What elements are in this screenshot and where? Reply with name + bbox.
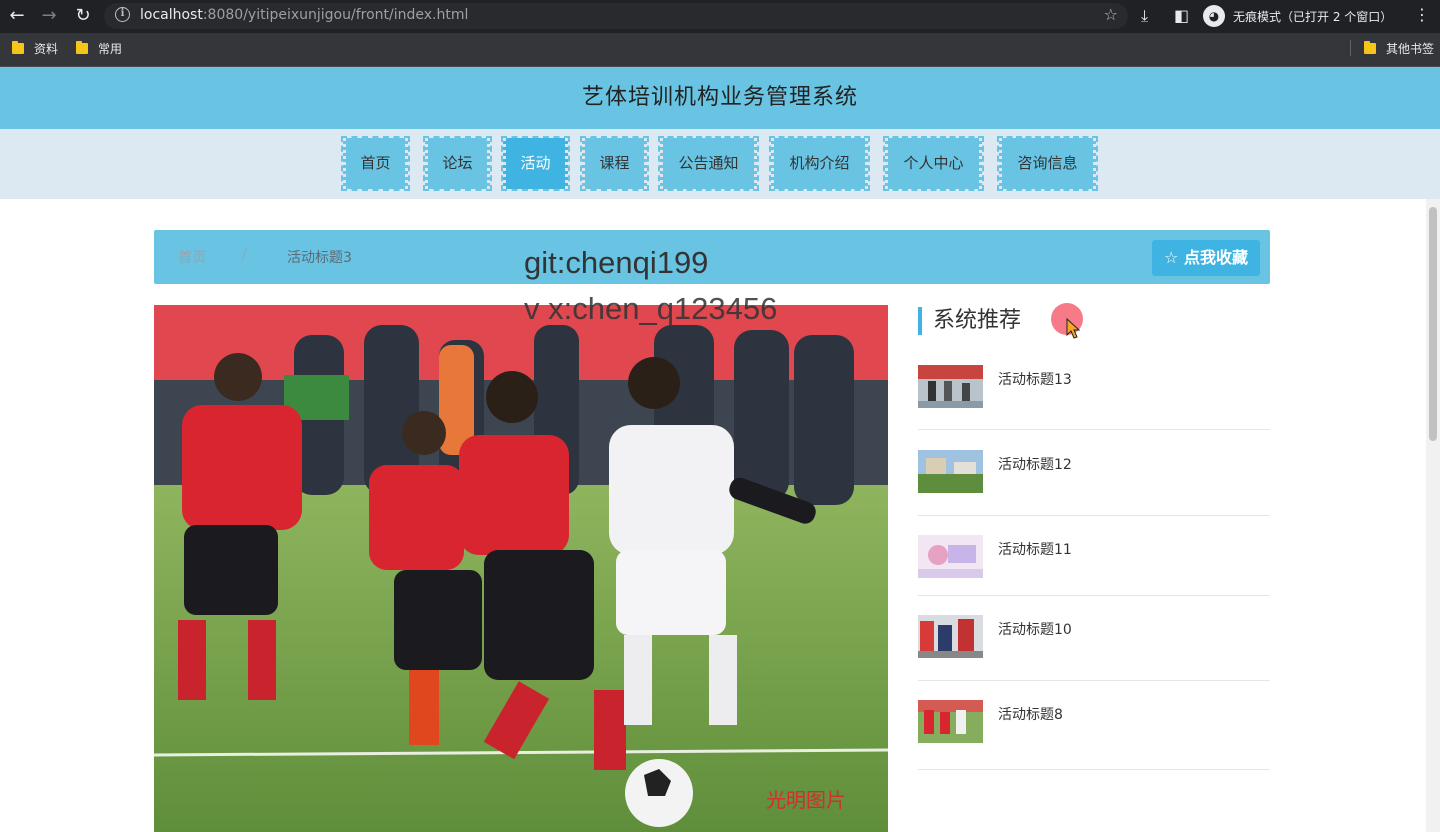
bookmark-folder-2[interactable]: 常用 (76, 40, 122, 57)
thumbnail[interactable] (918, 535, 983, 578)
browser-toolbar: ← → ↻ i localhost:8080/yitipeixunjigou/f… (0, 0, 1440, 33)
site-info-icon[interactable]: i (115, 7, 130, 22)
list-item-title[interactable]: 活动标题11 (998, 539, 1072, 559)
site-header: 艺体培训机构业务管理系统 (0, 67, 1440, 129)
list-item-title[interactable]: 活动标题12 (998, 454, 1072, 474)
list-item[interactable]: 活动标题8 (918, 681, 1270, 770)
folder-icon (1364, 41, 1376, 54)
star-icon: ☆ (1164, 248, 1184, 267)
folder-icon (12, 41, 24, 54)
photo-caption: 光明图片 (766, 788, 846, 812)
thumbnail[interactable] (918, 365, 983, 408)
bookmark-folder-1[interactable]: 资料 (12, 40, 58, 57)
nav-personal-center[interactable]: 个人中心 (883, 136, 984, 191)
bookmarks-bar (0, 33, 1440, 67)
favorite-button[interactable]: ☆ 点我收藏 (1152, 240, 1260, 276)
site-title: 艺体培训机构业务管理系统 (581, 85, 858, 110)
watermark-wx: v x:chen_q123456 (524, 291, 778, 326)
nav-about[interactable]: 机构介绍 (769, 136, 870, 191)
reload-icon[interactable]: ↻ (72, 5, 94, 27)
breadcrumb: 首页 / 活动标题3 ☆ 点我收藏 (154, 230, 1270, 284)
nav-forum[interactable]: 论坛 (423, 136, 492, 191)
side-panel-icon[interactable]: ◧ (1174, 4, 1189, 28)
other-bookmarks[interactable]: 其他书签 (1364, 40, 1434, 57)
download-icon[interactable]: ⤓ (1141, 4, 1148, 28)
breadcrumb-current: 活动标题3 (287, 250, 352, 266)
browser-menu-icon[interactable]: ⋮ (1414, 5, 1430, 24)
list-item-title[interactable]: 活动标题13 (998, 369, 1072, 389)
list-item[interactable]: 活动标题13 (918, 360, 1270, 430)
forward-icon[interactable]: → (38, 5, 60, 27)
breadcrumb-home[interactable]: 首页 (178, 247, 206, 267)
activity-photo: 光明图片 (154, 305, 888, 832)
list-item[interactable]: 活动标题10 (918, 596, 1270, 681)
page-scrollbar[interactable] (1426, 199, 1440, 832)
breadcrumb-separator: / (242, 247, 247, 263)
watermark-git: git:chenqi199 (524, 245, 709, 280)
address-bar[interactable]: i localhost:8080/yitipeixunjigou/front/i… (104, 3, 1128, 29)
thumbnail[interactable] (918, 615, 983, 658)
mouse-cursor-icon (1066, 318, 1081, 339)
nav-home[interactable]: 首页 (341, 136, 410, 191)
nav-activity[interactable]: 活动 (501, 136, 570, 191)
list-item-title[interactable]: 活动标题10 (998, 619, 1072, 639)
bookmarks-divider (1350, 40, 1351, 56)
recommend-title: 系统推荐 (918, 307, 1021, 335)
thumbnail[interactable] (918, 450, 983, 493)
list-item[interactable]: 活动标题12 (918, 430, 1270, 516)
list-item-title[interactable]: 活动标题8 (998, 704, 1063, 724)
incognito-label: 无痕模式（已打开 2 个窗口） (1233, 9, 1393, 24)
scrollbar-thumb[interactable] (1429, 207, 1437, 441)
nav-course[interactable]: 课程 (580, 136, 649, 191)
incognito-indicator[interactable]: ◕ 无痕模式（已打开 2 个窗口） (1203, 4, 1392, 28)
url-text: localhost:8080/yitipeixunjigou/front/ind… (140, 7, 469, 23)
folder-icon (76, 41, 88, 54)
nav-consult[interactable]: 咨询信息 (997, 136, 1098, 191)
back-icon[interactable]: ← (6, 5, 28, 27)
nav-notice[interactable]: 公告通知 (658, 136, 759, 191)
list-item[interactable]: 活动标题11 (918, 516, 1270, 596)
bookmark-star-icon[interactable]: ☆ (1104, 5, 1118, 24)
main-nav: 首页 论坛 活动 课程 公告通知 机构介绍 个人中心 咨询信息 (0, 129, 1440, 199)
thumbnail[interactable] (918, 700, 983, 743)
incognito-icon: ◕ (1203, 5, 1225, 27)
